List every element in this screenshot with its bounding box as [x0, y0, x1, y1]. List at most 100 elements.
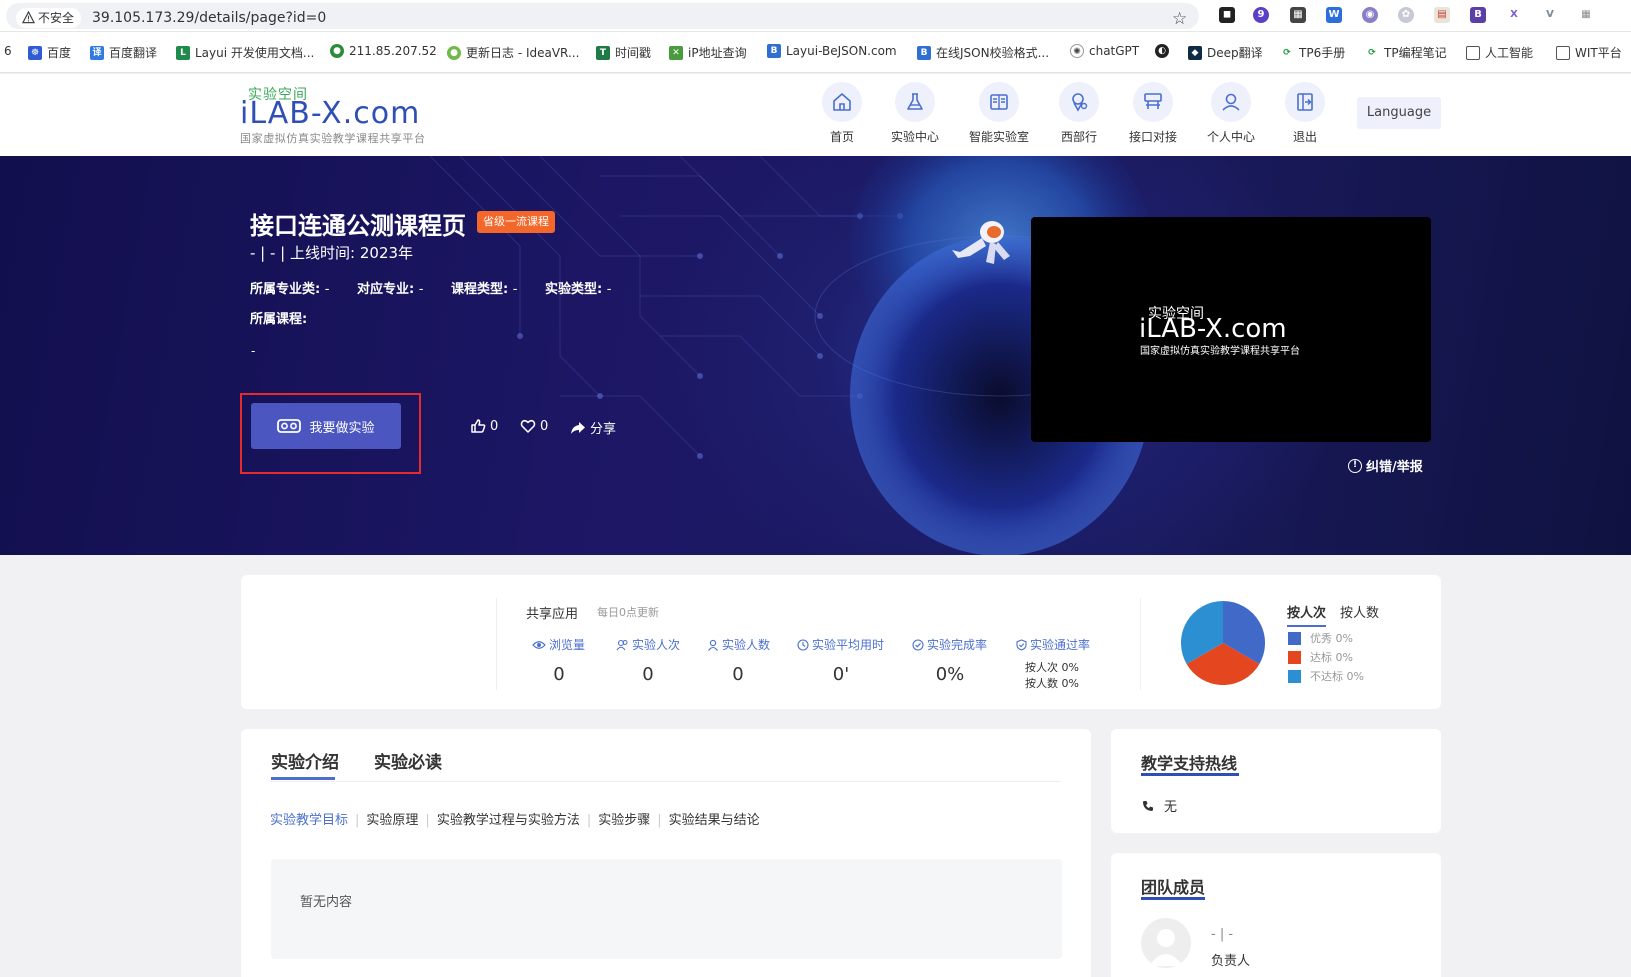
tab-intro[interactable]: 实验介绍: [271, 748, 339, 773]
browser-address-bar: 不安全 39.105.173.29/details/page?id=0 ☆ ◼ …: [0, 0, 1631, 32]
tab-divider: [271, 781, 1061, 782]
bookmark-item[interactable]: L Layui 开发使用文档...: [176, 44, 314, 61]
api-icon: [1133, 82, 1173, 122]
separator: |: [586, 813, 592, 828]
bookmark-folder[interactable]: WIT平台: [1556, 44, 1622, 61]
home-icon: [822, 82, 862, 122]
tp-icon: ⟳: [1365, 45, 1379, 60]
nav-experiment-center[interactable]: 实验中心: [875, 82, 955, 145]
course-badge: 省级一流课程: [477, 211, 555, 233]
layui-icon: L: [176, 45, 190, 60]
update-note: 每日0点更新: [597, 606, 659, 619]
site-logo[interactable]: iLAB-X.com: [240, 96, 420, 131]
nav-west[interactable]: 西部行: [1039, 82, 1119, 145]
nav-label: 接口对接: [1128, 130, 1177, 144]
qr-code-icon[interactable]: ▦: [1290, 7, 1306, 23]
notes-icon[interactable]: ▤: [1434, 7, 1450, 23]
member-avatar: [1141, 918, 1191, 968]
nav-home[interactable]: 首页: [802, 82, 882, 145]
bookmark-item[interactable]: ◐: [1155, 44, 1174, 58]
word-icon[interactable]: W: [1326, 7, 1342, 23]
subtab-principle[interactable]: 实验原理: [366, 813, 418, 828]
major: 对应专业: -: [357, 282, 424, 297]
warning-icon: [22, 11, 35, 24]
subtab-results[interactable]: 实验结果与结论: [669, 813, 760, 828]
ip-lookup-icon: ✕: [669, 45, 683, 60]
bejson-icon: B: [767, 44, 781, 58]
bookmark-item[interactable]: 6: [4, 44, 12, 58]
tab-by-times[interactable]: 按人次: [1287, 602, 1327, 627]
bejson-icon: B: [917, 45, 931, 60]
report-label: 纠错/举报: [1366, 460, 1423, 475]
like-button[interactable]: 0: [470, 418, 498, 434]
shield-icon: ●: [330, 44, 344, 58]
nav-label: 智能实验室: [968, 130, 1029, 144]
nav-label: 西部行: [1060, 130, 1097, 144]
extension-x-icon[interactable]: X: [1506, 7, 1522, 23]
nav-smart-lab[interactable]: 智能实验室: [959, 82, 1039, 145]
subtab-process[interactable]: 实验教学过程与实验方法: [437, 813, 580, 828]
address-pill[interactable]: 不安全 39.105.173.29/details/page?id=0 ☆: [6, 3, 1199, 29]
bookmark-folder[interactable]: 人工智能: [1466, 44, 1533, 61]
bookmark-item[interactable]: ✕ iP地址查询: [669, 44, 747, 61]
grid-icon[interactable]: ▦: [1578, 7, 1594, 23]
bookmark-item[interactable]: T 时间戳: [596, 44, 651, 61]
legend-swatch: [1288, 631, 1301, 645]
bookmark-item[interactable]: ✺ chatGPT: [1070, 44, 1139, 58]
phone-icon: [1143, 800, 1153, 811]
start-experiment-button[interactable]: 我要做实验: [251, 403, 401, 449]
bootstrap-icon[interactable]: B: [1470, 7, 1486, 23]
bookmark-item[interactable]: ● 更新日志 - IdeaVR...: [447, 44, 579, 61]
bookmark-star-icon[interactable]: ☆: [1172, 9, 1187, 29]
subtab-steps[interactable]: 实验步骤: [598, 813, 650, 828]
like-count: 0: [490, 418, 499, 434]
video-logo-subtitle: 国家虚拟仿真实验教学课程共享平台: [1140, 346, 1300, 357]
belonging-course: 所属课程:: [250, 312, 308, 327]
map-pin-icon: [1059, 82, 1099, 122]
tab-by-people[interactable]: 按人数: [1340, 602, 1379, 621]
lab-icon: [979, 82, 1019, 122]
logo-subtitle: 国家虚拟仿真实验教学课程共享平台: [240, 132, 426, 145]
site-header: 实验空间 iLAB-X.com 国家虚拟仿真实验教学课程共享平台 首页 实验中心…: [0, 74, 1631, 156]
hotline-title: 教学支持热线: [1141, 754, 1238, 773]
intro-sub-tabs: 实验教学目标 | 实验原理 | 实验教学过程与实验方法 | 实验步骤 | 实验结果与结论: [270, 809, 760, 828]
url-text[interactable]: 39.105.173.29/details/page?id=0: [92, 10, 326, 26]
favorite-button[interactable]: 0: [520, 418, 548, 434]
clock-icon: [797, 638, 809, 651]
shield-check-icon: [1016, 638, 1027, 651]
nav-personal-center[interactable]: 个人中心: [1191, 82, 1271, 145]
stat-avg-time: 实验平均用时: [797, 636, 884, 653]
bookmark-item[interactable]: ⟳ TP编程笔记: [1365, 44, 1447, 61]
report-link[interactable]: ! 纠错/举报: [1348, 456, 1423, 475]
start-experiment-label: 我要做实验: [309, 420, 375, 436]
bookmark-item[interactable]: ◆ Deep翻译: [1188, 44, 1263, 61]
bookmark-item[interactable]: ● 211.85.207.52: [330, 44, 437, 58]
extension-icon[interactable]: ◼: [1219, 7, 1235, 23]
shared-apps-label: 共享应用: [526, 607, 579, 622]
extension-icon[interactable]: ◉: [1362, 7, 1378, 23]
extension-icon[interactable]: ✿: [1398, 7, 1414, 23]
bookmark-item[interactable]: B Layui-BeJSON.com: [767, 44, 897, 58]
share-button[interactable]: 分享: [570, 418, 616, 437]
timestamp-icon: T: [596, 45, 610, 60]
subtab-objectives[interactable]: 实验教学目标: [270, 813, 348, 828]
heart-icon: [520, 419, 536, 433]
bookmark-item[interactable]: 译百度翻译: [90, 44, 157, 61]
legend-swatch: [1288, 669, 1301, 683]
vue-icon[interactable]: V: [1542, 7, 1558, 23]
title-underline: [1141, 773, 1239, 776]
extension-badge-icon[interactable]: 9: [1253, 7, 1269, 23]
users-icon: [616, 639, 628, 650]
nav-api[interactable]: 接口对接: [1113, 82, 1193, 145]
bookmark-item[interactable]: ⟳ TP6手册: [1280, 44, 1345, 61]
nav-logout[interactable]: 退出: [1265, 82, 1345, 145]
bookmark-item[interactable]: B 在线JSON校验格式...: [917, 44, 1049, 61]
legend-fail: 不达标 0%: [1288, 668, 1364, 684]
stat-views: 浏览量: [532, 636, 585, 653]
insecure-indicator[interactable]: 不安全: [16, 8, 82, 28]
tab-must-read[interactable]: 实验必读: [374, 748, 442, 773]
stat-people: 实验人数: [707, 636, 770, 653]
bookmark-item[interactable]: ☸ 百度: [28, 44, 71, 61]
language-button[interactable]: Language: [1357, 97, 1441, 129]
separator: |: [425, 813, 430, 828]
